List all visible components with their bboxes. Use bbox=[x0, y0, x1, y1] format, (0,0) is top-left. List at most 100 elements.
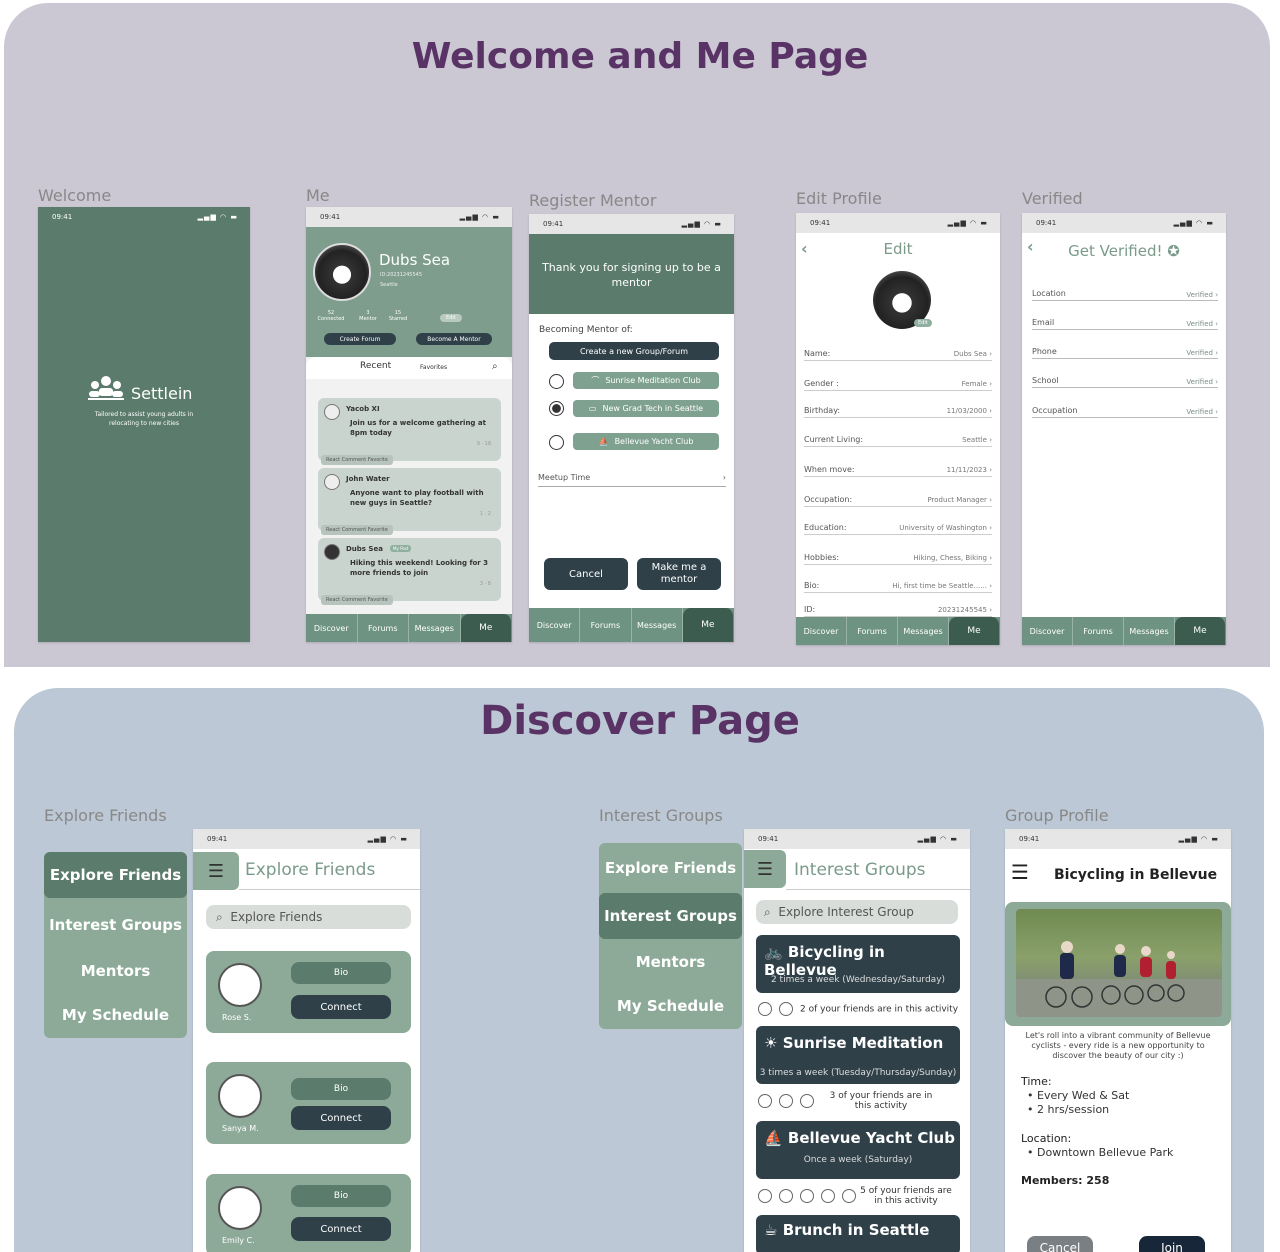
nav-forums[interactable]: Forums bbox=[358, 614, 409, 642]
stat-connected[interactable]: 52 Connected bbox=[314, 310, 348, 322]
bio-button[interactable]: Bio bbox=[291, 962, 391, 984]
menu-icon[interactable]: ☰ bbox=[1011, 860, 1029, 884]
edit-field-row[interactable]: Occupation: Product Manager › bbox=[804, 489, 992, 507]
nav-discover[interactable]: Discover bbox=[306, 614, 358, 642]
make-mentor-button[interactable]: Make me a mentor bbox=[637, 558, 721, 590]
nav-forums[interactable]: Forums bbox=[1073, 617, 1124, 645]
friends-text: 5 of your friends are in this activity bbox=[860, 1186, 952, 1206]
nav-forums[interactable]: Forums bbox=[847, 617, 898, 645]
nav-me[interactable]: Me bbox=[460, 614, 512, 642]
menu-icon[interactable]: ☰ bbox=[744, 850, 786, 888]
side-my-schedule[interactable]: My Schedule bbox=[599, 983, 742, 1029]
list-item[interactable]: Dubs Sea My Post Hiking this weekend! Lo… bbox=[318, 538, 501, 605]
react-action[interactable]: React bbox=[326, 457, 340, 463]
list-item[interactable]: Yacob XI Join us for a welcome gathering… bbox=[318, 398, 501, 465]
page-title: Edit bbox=[883, 240, 913, 258]
club-radio-2[interactable] bbox=[549, 401, 564, 416]
edit-field-row[interactable]: Current Living: Seattle › bbox=[804, 429, 992, 447]
comment-action[interactable]: Comment bbox=[342, 597, 367, 603]
become-mentor-button[interactable]: Become A Mentor bbox=[416, 333, 492, 345]
post-actions[interactable]: React Comment Favorite bbox=[321, 455, 393, 465]
nav-discover[interactable]: Discover bbox=[1022, 617, 1073, 645]
edit-field-row[interactable]: Hobbies: Hiking, Chess, Biking › bbox=[804, 547, 992, 565]
create-forum-button[interactable]: Create Forum bbox=[324, 333, 396, 345]
edit-field-row[interactable]: Bio: Hi, first time be Seattle...... › bbox=[804, 575, 992, 593]
favorite-action[interactable]: Favorite bbox=[368, 457, 388, 463]
connect-button[interactable]: Connect bbox=[291, 1217, 391, 1241]
verify-field-row[interactable]: Phone Verified › bbox=[1032, 341, 1218, 359]
edit-field-row[interactable]: Gender : Female › bbox=[804, 373, 992, 391]
club-option-1[interactable]: ⌒ Sunrise Meditation Club bbox=[573, 372, 719, 389]
nav-messages[interactable]: Messages bbox=[898, 617, 949, 645]
post-actions[interactable]: React Comment Favorite bbox=[321, 595, 393, 605]
stat-mentor[interactable]: 3 Mentor bbox=[354, 310, 382, 322]
nav-discover[interactable]: Discover bbox=[796, 617, 847, 645]
side-my-schedule[interactable]: My Schedule bbox=[44, 992, 187, 1038]
post-text: Anyone want to play football with new gu… bbox=[350, 489, 484, 507]
nav-me[interactable]: Me bbox=[949, 617, 1000, 645]
friend-card[interactable]: Emily C. Bio Connect bbox=[206, 1174, 411, 1252]
club-radio-1[interactable] bbox=[549, 374, 564, 389]
club-option-3[interactable]: ⛵ Bellevue Yacht Club bbox=[573, 433, 719, 450]
tab-recent[interactable]: Recent bbox=[360, 361, 391, 371]
nav-forums[interactable]: Forums bbox=[580, 608, 632, 642]
list-item[interactable]: John Water Anyone want to play football … bbox=[318, 468, 501, 535]
search-input[interactable]: ⌕ Explore Interest Group bbox=[756, 900, 958, 924]
edit-field-row[interactable]: When move: 11/11/2023 › bbox=[804, 459, 992, 477]
side-mentors[interactable]: Mentors bbox=[599, 939, 742, 985]
bio-button[interactable]: Bio bbox=[291, 1078, 391, 1100]
comment-action[interactable]: Comment bbox=[342, 527, 367, 533]
comment-action[interactable]: Comment bbox=[342, 457, 367, 463]
avatar-edit-badge[interactable]: Edit bbox=[914, 319, 932, 327]
edit-field-row[interactable]: Birthday: 11/03/2000 › bbox=[804, 400, 992, 418]
nav-messages[interactable]: Messages bbox=[1124, 617, 1175, 645]
becoming-label: Becoming Mentor of: bbox=[539, 325, 633, 335]
edit-field-row[interactable]: ID: 20231245545 › bbox=[804, 599, 992, 617]
nav-discover[interactable]: Discover bbox=[529, 608, 581, 642]
cancel-button[interactable]: Cancel bbox=[1027, 1236, 1093, 1252]
side-interest-groups[interactable]: Interest Groups bbox=[599, 893, 742, 939]
group-card[interactable]: 🚲 Bicycling in Bellevue 2 times a week (… bbox=[756, 935, 960, 993]
bio-button[interactable]: Bio bbox=[291, 1185, 391, 1207]
club-option-2[interactable]: ▭ New Grad Tech in Seattle bbox=[573, 400, 719, 417]
join-button[interactable]: Join bbox=[1139, 1236, 1205, 1252]
nav-me[interactable]: Me bbox=[682, 608, 734, 642]
post-actions[interactable]: React Comment Favorite bbox=[321, 525, 393, 535]
side-explore-friends[interactable]: Explore Friends bbox=[44, 852, 187, 898]
side-interest-groups[interactable]: Interest Groups bbox=[44, 902, 187, 948]
edit-field-row[interactable]: Education: University of Washington › bbox=[804, 517, 992, 535]
connect-button[interactable]: Connect bbox=[291, 1106, 391, 1130]
avatar[interactable] bbox=[313, 243, 371, 301]
side-mentors[interactable]: Mentors bbox=[44, 948, 187, 994]
search-icon[interactable]: ⌕ bbox=[492, 361, 498, 372]
group-card[interactable]: ☕ Brunch in Seattle bbox=[756, 1215, 960, 1252]
verify-field-row[interactable]: Location Verified › bbox=[1032, 283, 1218, 301]
menu-icon[interactable]: ☰ bbox=[193, 852, 239, 890]
friend-card[interactable]: Sanya M. Bio Connect bbox=[206, 1062, 411, 1144]
stat-starred[interactable]: 15 Starred bbox=[384, 310, 412, 322]
friend-card[interactable]: Rose S. Bio Connect bbox=[206, 951, 411, 1033]
nav-me[interactable]: Me bbox=[1175, 617, 1226, 645]
meetup-time-field[interactable]: Meetup Time › bbox=[538, 473, 726, 487]
cancel-button[interactable]: Cancel bbox=[544, 558, 628, 590]
edit-profile-button[interactable]: Edit bbox=[440, 314, 462, 322]
nav-messages[interactable]: Messages bbox=[632, 608, 683, 642]
create-group-button[interactable]: Create a new Group/Forum bbox=[549, 342, 719, 360]
nav-messages[interactable]: Messages bbox=[409, 614, 461, 642]
group-card[interactable]: ☀ Sunrise Meditation 3 times a week (Tue… bbox=[756, 1026, 960, 1084]
verify-field-row[interactable]: School Verified › bbox=[1032, 370, 1218, 388]
club-radio-3[interactable] bbox=[549, 435, 564, 450]
group-card[interactable]: ⛵ Bellevue Yacht Club Once a week (Satur… bbox=[756, 1121, 960, 1179]
favorite-action[interactable]: Favorite bbox=[368, 597, 388, 603]
verify-field-row[interactable]: Occupation Verified › bbox=[1032, 400, 1218, 418]
favorite-action[interactable]: Favorite bbox=[368, 527, 388, 533]
verify-field-row[interactable]: Email Verified › bbox=[1032, 312, 1218, 330]
react-action[interactable]: React bbox=[326, 527, 340, 533]
edit-field-row[interactable]: Name: Dubs Sea › bbox=[804, 343, 992, 361]
side-explore-friends[interactable]: Explore Friends bbox=[599, 845, 742, 891]
tab-favorites[interactable]: Favorites bbox=[420, 364, 447, 371]
react-action[interactable]: React bbox=[326, 597, 340, 603]
group-title: ⛵ Bellevue Yacht Club bbox=[764, 1129, 955, 1147]
search-input[interactable]: ⌕ Explore Friends bbox=[206, 905, 411, 929]
connect-button[interactable]: Connect bbox=[291, 995, 391, 1019]
